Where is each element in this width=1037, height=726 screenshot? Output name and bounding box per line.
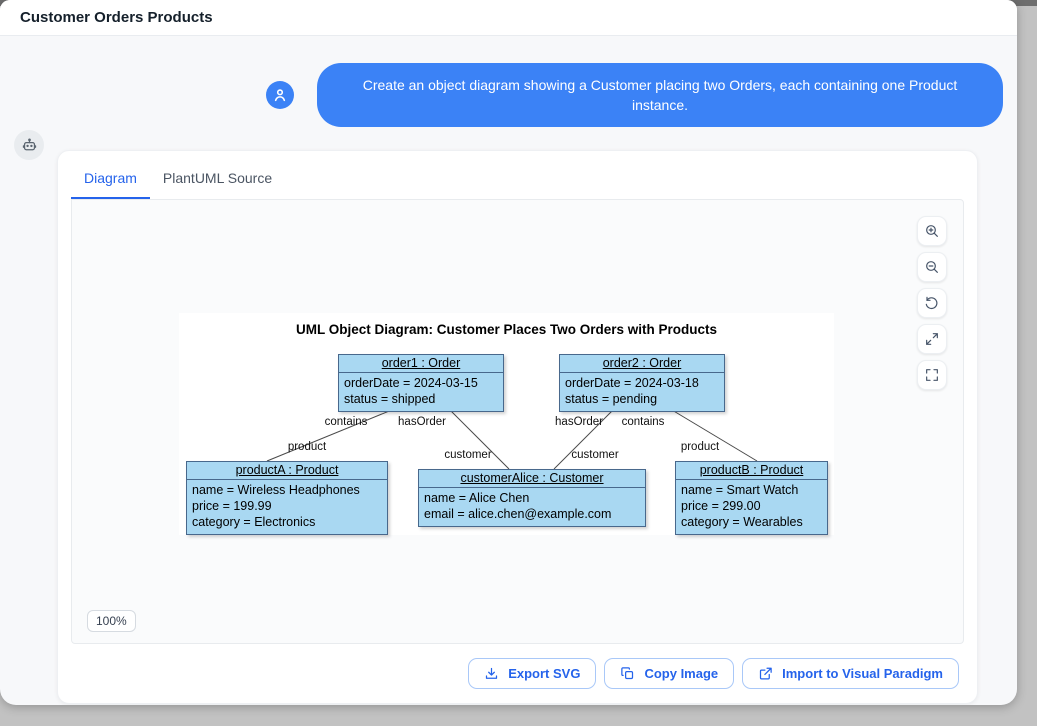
uml-diagram: UML Object Diagram: Customer Places Two …	[179, 313, 834, 535]
zoom-in-icon	[924, 223, 940, 239]
tab-bar: Diagram PlantUML Source	[58, 151, 977, 199]
fullscreen-icon	[924, 367, 940, 383]
zoom-in-button[interactable]	[917, 216, 947, 246]
uml-edge-label-contains: contains	[622, 416, 665, 428]
uml-attribute: orderDate = 2024-03-15	[344, 375, 498, 391]
uml-attribute: price = 299.00	[681, 498, 822, 514]
uml-object-order2: order2 : OrderorderDate = 2024-03-18stat…	[559, 354, 725, 412]
export-svg-button[interactable]: Export SVG	[468, 658, 596, 689]
uml-object-customerAlice: customerAlice : Customername = Alice Che…	[418, 469, 646, 527]
user-icon	[272, 87, 288, 103]
chat-bubble: Create an object diagram showing a Custo…	[317, 63, 1003, 127]
copy-image-button[interactable]: Copy Image	[604, 658, 734, 689]
uml-edge-label-hasOrder: hasOrder	[555, 416, 603, 428]
download-icon	[484, 666, 499, 681]
expand-button[interactable]	[917, 324, 947, 354]
export-svg-label: Export SVG	[508, 666, 580, 681]
zoom-out-icon	[924, 259, 940, 275]
import-to-visual-paradigm-label: Import to Visual Paradigm	[782, 666, 943, 681]
uml-object-productB: productB : Productname = Smart Watchpric…	[675, 461, 828, 535]
uml-attribute: status = shipped	[344, 391, 498, 407]
copy-image-label: Copy Image	[644, 666, 718, 681]
uml-diagram-title: UML Object Diagram: Customer Places Two …	[179, 322, 834, 337]
uml-attribute: name = Alice Chen	[424, 490, 640, 506]
uml-edge-label-product: product	[288, 441, 326, 453]
uml-object-order1: order1 : OrderorderDate = 2024-03-15stat…	[338, 354, 504, 412]
reset-view-button[interactable]	[917, 288, 947, 318]
page-title: Customer Orders Products	[20, 9, 213, 26]
uml-edge-label-product: product	[681, 441, 719, 453]
uml-object-attributes: orderDate = 2024-03-15status = shipped	[339, 373, 503, 411]
zoom-out-button[interactable]	[917, 252, 947, 282]
uml-object-attributes: orderDate = 2024-03-18status = pending	[560, 373, 724, 411]
expand-icon	[924, 331, 940, 347]
uml-edge-label-contains: contains	[325, 416, 368, 428]
uml-attribute: category = Wearables	[681, 514, 822, 530]
uml-object-attributes: name = Wireless Headphonesprice = 199.99…	[187, 480, 387, 534]
uml-object-name: customerAlice : Customer	[419, 470, 645, 488]
external-link-icon	[758, 666, 773, 681]
uml-edge-label-hasOrder: hasOrder	[398, 416, 446, 428]
bot-icon	[21, 137, 38, 154]
uml-attribute: email = alice.chen@example.com	[424, 506, 640, 522]
uml-object-attributes: name = Alice Chenemail = alice.chen@exam…	[419, 488, 645, 526]
uml-attribute: category = Electronics	[192, 514, 382, 530]
uml-attribute: status = pending	[565, 391, 719, 407]
uml-object-name: order2 : Order	[560, 355, 724, 373]
uml-attribute: orderDate = 2024-03-18	[565, 375, 719, 391]
tab-plantuml-source[interactable]: PlantUML Source	[150, 159, 285, 199]
uml-object-name: productA : Product	[187, 462, 387, 480]
uml-edge-label-customer: customer	[571, 449, 618, 461]
uml-object-name: productB : Product	[676, 462, 827, 480]
copy-icon	[620, 666, 635, 681]
uml-object-attributes: name = Smart Watchprice = 299.00category…	[676, 480, 827, 534]
user-avatar	[266, 81, 294, 109]
uml-attribute: name = Wireless Headphones	[192, 482, 382, 498]
bot-toggle-button[interactable]	[14, 130, 44, 160]
zoom-controls	[917, 216, 947, 390]
app-window: Customer Orders Products Create an objec…	[0, 0, 1017, 705]
tab-diagram[interactable]: Diagram	[71, 159, 150, 199]
uml-object-name: order1 : Order	[339, 355, 503, 373]
fullscreen-button[interactable]	[917, 360, 947, 390]
reset-rotate-icon	[924, 295, 940, 311]
diagram-canvas[interactable]: UML Object Diagram: Customer Places Two …	[71, 199, 964, 644]
uml-attribute: price = 199.99	[192, 498, 382, 514]
app-header: Customer Orders Products	[0, 0, 1017, 36]
zoom-level-badge: 100%	[87, 610, 136, 632]
import-to-visual-paradigm-button[interactable]: Import to Visual Paradigm	[742, 658, 959, 689]
uml-edge-label-customer: customer	[444, 449, 491, 461]
footer-actions: Export SVG Copy Image Import to Visual P…	[468, 658, 959, 689]
uml-object-productA: productA : Productname = Wireless Headph…	[186, 461, 388, 535]
uml-attribute: name = Smart Watch	[681, 482, 822, 498]
diagram-card: Diagram PlantUML Source UML Object Diagr…	[57, 150, 978, 704]
chat-message-row: Create an object diagram showing a Custo…	[0, 63, 1017, 127]
